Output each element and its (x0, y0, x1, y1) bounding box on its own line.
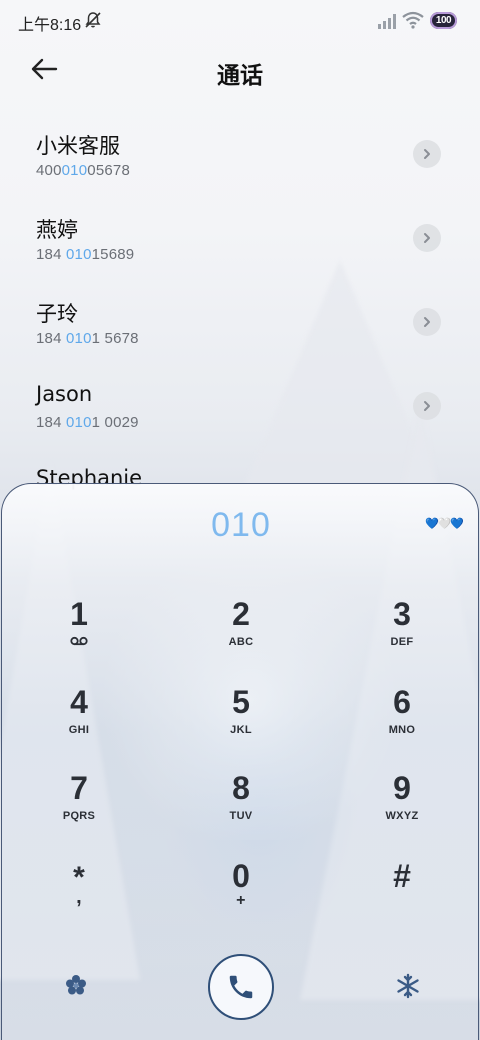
key-9[interactable]: 9 WXYZ (342, 770, 462, 850)
wifi-icon (402, 11, 424, 29)
contact-item[interactable]: 燕婷 184 01015689 (0, 204, 480, 288)
bell-off-icon (85, 12, 101, 28)
phone-icon (229, 975, 253, 999)
heart-icon: 💙 (425, 518, 439, 530)
battery-icon: 100 (430, 12, 457, 29)
contact-number: 40001005678 (36, 162, 130, 179)
chevron-right-icon (424, 149, 430, 159)
key-2[interactable]: 2 ABC (181, 596, 301, 676)
heart-icon: 💙 (450, 518, 464, 530)
contact-item[interactable]: 小米客服 40001005678 (0, 120, 480, 204)
dialpad-panel: 010 💙🤍💙 1 2 ABC 3 DEF 4 GHI 5 JKL 6 MNO … (1, 483, 479, 1040)
status-time: 上午8:16 (18, 17, 82, 34)
key-hash[interactable]: # (342, 858, 462, 938)
hearts-decoration: 💙🤍💙 (425, 517, 464, 530)
contact-item[interactable]: Jason 184 0101 0029 (0, 372, 480, 456)
page-title: 通话 (217, 63, 263, 89)
flower-icon[interactable] (65, 974, 87, 996)
signal-icon (378, 14, 396, 29)
key-0[interactable]: 0 + (181, 858, 301, 938)
contact-detail-button[interactable] (413, 140, 441, 168)
key-6[interactable]: 6 MNO (342, 684, 462, 764)
chevron-right-icon (424, 401, 430, 411)
snowflake-icon[interactable] (395, 973, 421, 999)
chevron-right-icon (424, 233, 430, 243)
contact-name: 小米客服 (36, 134, 120, 158)
key-7[interactable]: 7 PQRS (19, 770, 139, 850)
contact-list: 小米客服 40001005678 燕婷 184 01015689 子玲 184 … (0, 120, 480, 540)
key-1[interactable]: 1 (19, 596, 139, 676)
key-star[interactable]: * , (19, 858, 139, 938)
dialed-number: 010 (211, 506, 271, 544)
heart-icon: 🤍 (437, 518, 452, 530)
battery-text: 100 (435, 15, 452, 26)
contact-number: 184 0101 5678 (36, 330, 139, 347)
key-4[interactable]: 4 GHI (19, 684, 139, 764)
contact-detail-button[interactable] (413, 308, 441, 336)
contact-name: 燕婷 (36, 218, 78, 242)
contact-detail-button[interactable] (413, 224, 441, 252)
key-8[interactable]: 8 TUV (181, 770, 301, 850)
chevron-right-icon (424, 317, 430, 327)
call-button[interactable] (208, 954, 274, 1020)
contact-number: 184 0101 0029 (36, 414, 139, 431)
contact-name: 子玲 (36, 302, 78, 326)
key-5[interactable]: 5 JKL (181, 684, 301, 764)
status-bar: 上午8:16 100 (0, 0, 480, 42)
contact-item[interactable]: 子玲 184 0101 5678 (0, 288, 480, 372)
contact-name: Jason (36, 382, 93, 406)
contact-number: 184 01015689 (36, 246, 135, 263)
voicemail-icon (70, 636, 88, 646)
key-3[interactable]: 3 DEF (342, 596, 462, 676)
contact-detail-button[interactable] (413, 392, 441, 420)
